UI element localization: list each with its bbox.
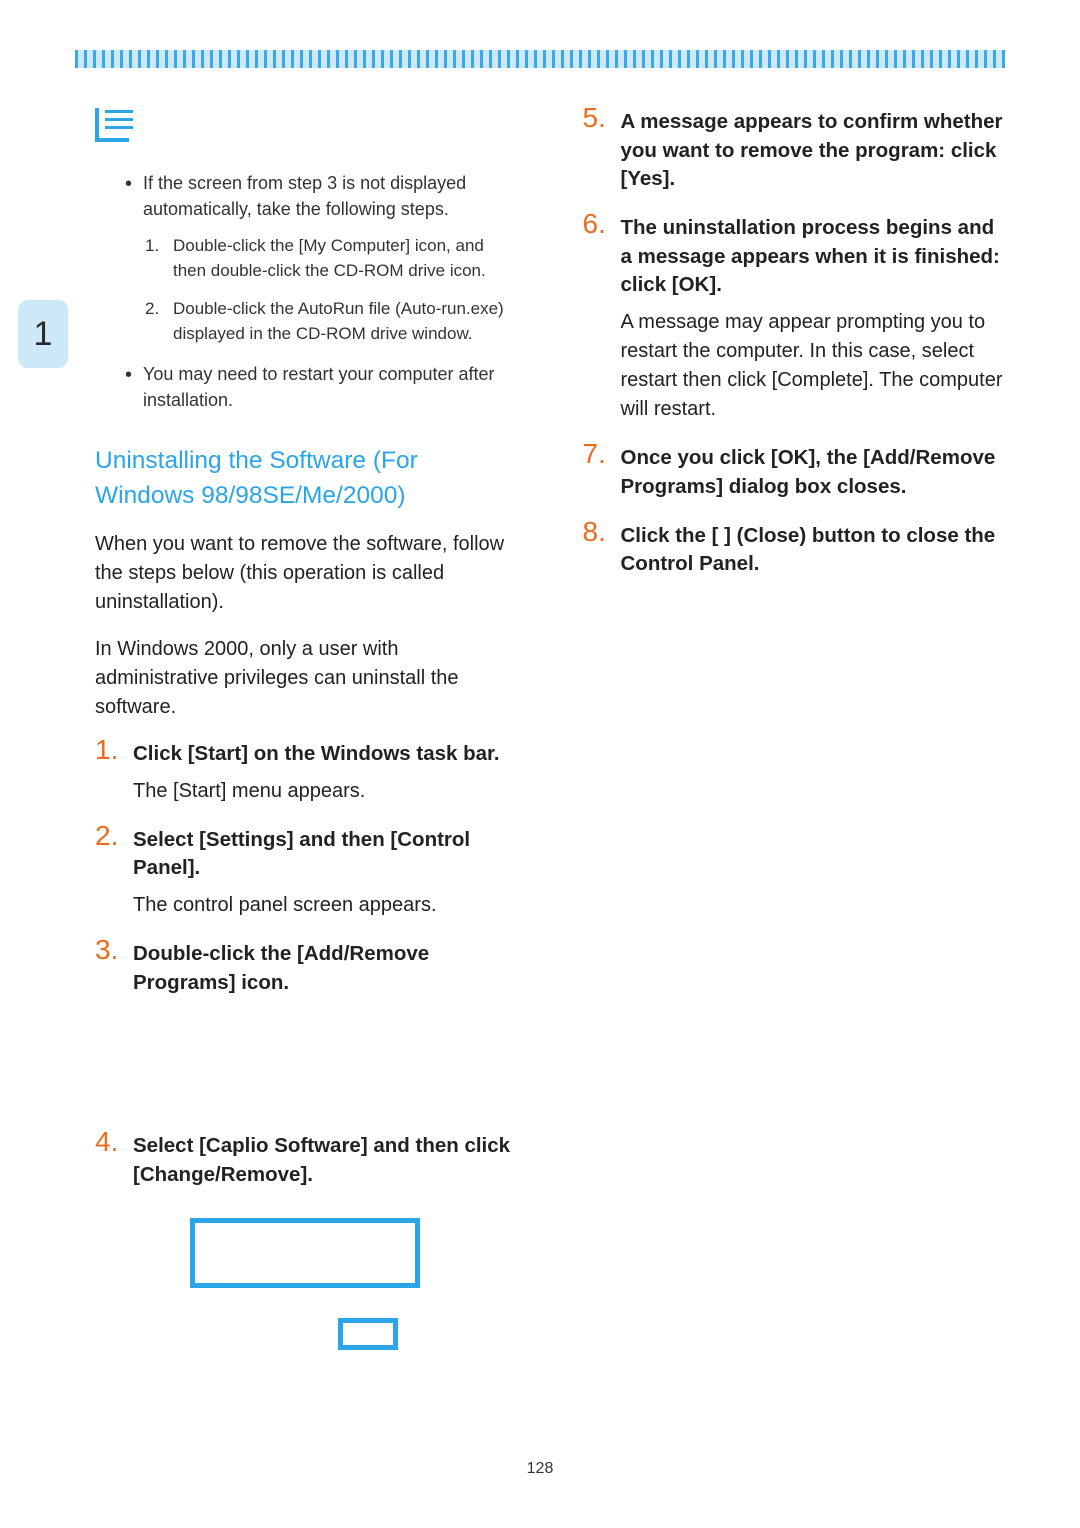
step-title: The uninstallation process begins and a … <box>621 214 1006 300</box>
step-5: 5. A message appears to confirm whether … <box>583 108 1006 194</box>
step-title: Double-click the [Add/Remove Programs] i… <box>133 940 518 997</box>
step-4: 4. Select [Caplio Software] and then cli… <box>95 1132 518 1189</box>
sub-text: Double-click the [My Computer] icon, and… <box>173 236 486 280</box>
note-text: You may need to restart your computer af… <box>143 364 495 410</box>
spacer <box>95 1017 518 1132</box>
step-number: 7. <box>583 438 606 470</box>
sub-step-2: 2. Double-click the AutoRun file (Auto-r… <box>173 297 518 346</box>
step-title: Select [Caplio Software] and then click … <box>133 1132 518 1189</box>
step-body: A message may appear prompting you to re… <box>621 308 1006 424</box>
content-columns: If the screen from step 3 is not display… <box>0 108 1080 1421</box>
step-3: 3. Double-click the [Add/Remove Programs… <box>95 940 518 997</box>
step-title: A message appears to confirm whether you… <box>621 108 1006 194</box>
note-list: If the screen from step 3 is not display… <box>95 170 518 413</box>
step-number: 2. <box>95 820 118 852</box>
note-bullet-2: You may need to restart your computer af… <box>143 361 518 413</box>
note-text: If the screen from step 3 is not display… <box>143 173 466 219</box>
step-number: 3. <box>95 934 118 966</box>
step-title: Click [Start] on the Windows task bar. <box>133 740 518 769</box>
page-section-number: 1 <box>34 315 53 354</box>
step-8: 8. Click the [ ] (Close) button to close… <box>583 522 1006 579</box>
step-number: 5. <box>583 102 606 134</box>
step-7: 7. Once you click [OK], the [Add/Remove … <box>583 444 1006 501</box>
step-number: 1. <box>95 734 118 766</box>
page: 1 If the screen from step 3 is not displ… <box>0 0 1080 1528</box>
step-body: The [Start] menu appears. <box>133 777 518 806</box>
page-section-tab: 1 <box>18 300 68 368</box>
left-column: If the screen from step 3 is not display… <box>95 108 518 1421</box>
right-column: 5. A message appears to confirm whether … <box>583 108 1006 1421</box>
dialog-highlight-item <box>190 1218 420 1288</box>
note-bullet-1: If the screen from step 3 is not display… <box>143 170 518 347</box>
step-body: The control panel screen appears. <box>133 891 518 920</box>
intro-paragraph-2: In Windows 2000, only a user with admini… <box>95 635 518 722</box>
decorative-border <box>75 50 1005 68</box>
sub-text: Double-click the AutoRun file (Auto-run.… <box>173 299 504 343</box>
sub-step-1: 1. Double-click the [My Computer] icon, … <box>173 234 518 283</box>
dialog-highlight-button <box>338 1318 398 1350</box>
step-1: 1. Click [Start] on the Windows task bar… <box>95 740 518 806</box>
step-number: 8. <box>583 516 606 548</box>
note-icon <box>95 108 129 142</box>
dialog-illustration <box>190 1218 435 1383</box>
step-6: 6. The uninstallation process begins and… <box>583 214 1006 424</box>
section-heading: Uninstalling the Software (For Windows 9… <box>95 443 518 514</box>
sub-num: 2. <box>145 297 159 322</box>
step-title: Select [Settings] and then [Control Pane… <box>133 826 518 883</box>
intro-paragraph-1: When you want to remove the software, fo… <box>95 530 518 617</box>
step-title: Once you click [OK], the [Add/Remove Pro… <box>621 444 1006 501</box>
step-number: 4. <box>95 1126 118 1158</box>
note-sublist: 1. Double-click the [My Computer] icon, … <box>143 234 518 347</box>
page-footer-number: 128 <box>0 1460 1080 1478</box>
step-number: 6. <box>583 208 606 240</box>
sub-num: 1. <box>145 234 159 259</box>
step-title: Click the [ ] (Close) button to close th… <box>621 522 1006 579</box>
step-2: 2. Select [Settings] and then [Control P… <box>95 826 518 920</box>
